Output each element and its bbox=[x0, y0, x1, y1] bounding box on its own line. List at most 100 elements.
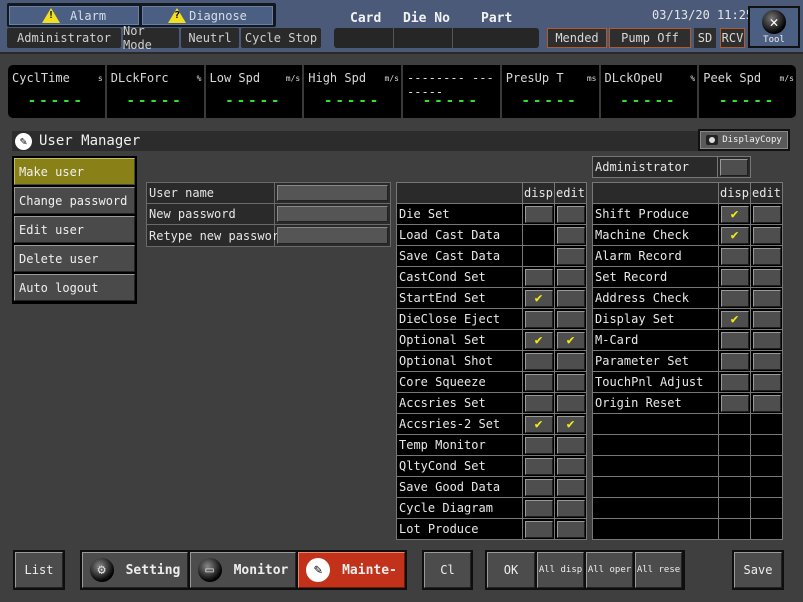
disp-checkbox[interactable] bbox=[524, 436, 553, 454]
disp-checkbox[interactable] bbox=[524, 457, 553, 475]
all-oper-button[interactable]: All oper bbox=[586, 552, 633, 588]
user-name-label: User name bbox=[147, 183, 275, 203]
monitor-button[interactable]: ▭ Monitor bbox=[190, 552, 296, 588]
disp-checkbox[interactable] bbox=[524, 352, 553, 370]
edit-checkbox[interactable] bbox=[752, 310, 781, 328]
edit-checkbox[interactable] bbox=[556, 436, 585, 454]
disp-checkbox[interactable] bbox=[524, 205, 553, 223]
disp-checkbox[interactable]: ✔ bbox=[720, 310, 749, 328]
permission-name: Load Cast Data bbox=[396, 224, 523, 246]
readout-unit: ms bbox=[586, 74, 597, 83]
administrator-checkbox[interactable] bbox=[720, 158, 748, 176]
disp-cell bbox=[522, 518, 555, 540]
disp-checkbox[interactable]: ✔ bbox=[720, 226, 749, 244]
edit-checkbox[interactable] bbox=[556, 520, 585, 538]
ok-button[interactable]: OK bbox=[487, 552, 535, 588]
all-rese-button[interactable]: All rese bbox=[635, 552, 682, 588]
permission-row: Parameter Set bbox=[592, 350, 783, 372]
diagnose-button[interactable]: ? Diagnose bbox=[142, 6, 273, 25]
readout-name: High Spd bbox=[308, 71, 367, 85]
readout-dlck-forc: DLckForc% ----- bbox=[107, 65, 206, 118]
edit-checkbox[interactable] bbox=[556, 247, 585, 265]
table-header: disp edit bbox=[396, 182, 587, 204]
menu-make-user[interactable]: Make user bbox=[14, 158, 135, 185]
diagnose-label: Diagnose bbox=[189, 8, 247, 23]
edit-checkbox[interactable] bbox=[556, 478, 585, 496]
edit-checkbox[interactable] bbox=[556, 352, 585, 370]
menu-edit-user[interactable]: Edit user bbox=[14, 216, 135, 243]
disp-cell bbox=[522, 308, 555, 330]
readout-low-spd: Low Spd m/s ----- bbox=[206, 65, 305, 118]
disp-checkbox[interactable] bbox=[720, 394, 749, 412]
edit-checkbox[interactable] bbox=[752, 373, 781, 391]
disp-checkbox[interactable] bbox=[720, 331, 749, 349]
disp-checkbox[interactable]: ✔ bbox=[524, 415, 553, 433]
edit-checkbox[interactable] bbox=[752, 205, 781, 223]
alarm-button[interactable]: ! Alarm bbox=[9, 6, 139, 25]
permission-row: Save Good Data bbox=[396, 476, 587, 498]
disp-cell bbox=[522, 266, 555, 288]
disp-checkbox[interactable]: ✔ bbox=[524, 331, 553, 349]
disp-cell bbox=[522, 245, 555, 267]
disp-checkbox[interactable] bbox=[720, 247, 749, 265]
edit-checkbox[interactable] bbox=[752, 247, 781, 265]
disp-checkbox[interactable] bbox=[524, 520, 553, 538]
edit-checkbox[interactable] bbox=[752, 226, 781, 244]
menu-change-password[interactable]: Change password bbox=[14, 187, 135, 214]
edit-checkbox[interactable] bbox=[556, 499, 585, 517]
disp-checkbox[interactable] bbox=[524, 373, 553, 391]
list-button[interactable]: List bbox=[15, 552, 63, 588]
edit-checkbox[interactable] bbox=[752, 289, 781, 307]
permission-name: Machine Check bbox=[592, 224, 719, 246]
edit-checkbox[interactable] bbox=[556, 457, 585, 475]
permission-row bbox=[592, 497, 783, 519]
user-name-input[interactable] bbox=[277, 185, 388, 201]
monitor-label: Monitor bbox=[233, 562, 289, 578]
disp-checkbox[interactable] bbox=[720, 268, 749, 286]
disp-checkbox[interactable] bbox=[524, 268, 553, 286]
edit-checkbox[interactable] bbox=[556, 226, 585, 244]
edit-checkbox[interactable] bbox=[556, 310, 585, 328]
all-disp-button[interactable]: All disp bbox=[537, 552, 584, 588]
permission-name: Origin Reset bbox=[592, 392, 719, 414]
edit-checkbox[interactable] bbox=[752, 268, 781, 286]
clear-button[interactable]: Cl bbox=[424, 552, 471, 588]
save-button[interactable]: Save bbox=[734, 552, 782, 588]
edit-checkbox[interactable] bbox=[752, 352, 781, 370]
edit-checkbox[interactable] bbox=[556, 205, 585, 223]
disp-checkbox[interactable]: ✔ bbox=[524, 289, 553, 307]
disp-checkbox[interactable] bbox=[720, 289, 749, 307]
tool-button[interactable]: ✕ Tool bbox=[748, 6, 800, 48]
permission-row bbox=[592, 476, 783, 498]
disp-cell bbox=[522, 203, 555, 225]
disp-cell bbox=[522, 350, 555, 372]
edit-checkbox[interactable] bbox=[556, 394, 585, 412]
disp-checkbox[interactable] bbox=[524, 394, 553, 412]
edit-checkbox[interactable]: ✔ bbox=[556, 415, 585, 433]
edit-checkbox[interactable] bbox=[752, 331, 781, 349]
disp-checkbox[interactable] bbox=[524, 499, 553, 517]
edit-checkbox[interactable]: ✔ bbox=[556, 331, 585, 349]
mainte-button[interactable]: ✎ Mainte- bbox=[298, 552, 405, 588]
cl-frame: Cl bbox=[422, 550, 473, 590]
disp-checkbox[interactable] bbox=[524, 478, 553, 496]
disp-header: disp bbox=[522, 182, 555, 204]
disp-checkbox[interactable] bbox=[720, 352, 749, 370]
card-value bbox=[334, 28, 394, 48]
permission-table-right: disp edit Shift Produce ✔ Machine Check ✔ Alar… bbox=[592, 182, 783, 540]
menu-delete-user[interactable]: Delete user bbox=[14, 245, 135, 272]
menu-auto-logout[interactable]: Auto logout bbox=[14, 274, 135, 301]
display-copy-button[interactable]: DisplayCopy bbox=[698, 129, 790, 151]
disp-checkbox[interactable] bbox=[720, 373, 749, 391]
permission-name: Set Record bbox=[592, 266, 719, 288]
retype-password-input[interactable] bbox=[277, 227, 388, 244]
edit-checkbox[interactable] bbox=[556, 268, 585, 286]
new-password-input[interactable] bbox=[277, 206, 388, 222]
disp-checkbox[interactable] bbox=[524, 310, 553, 328]
edit-checkbox[interactable] bbox=[752, 394, 781, 412]
setting-button[interactable]: ⚙ Setting bbox=[82, 552, 188, 588]
edit-checkbox[interactable] bbox=[556, 289, 585, 307]
edit-checkbox[interactable] bbox=[556, 373, 585, 391]
gear-status: Neutrl bbox=[181, 28, 239, 48]
disp-checkbox[interactable]: ✔ bbox=[720, 205, 749, 223]
